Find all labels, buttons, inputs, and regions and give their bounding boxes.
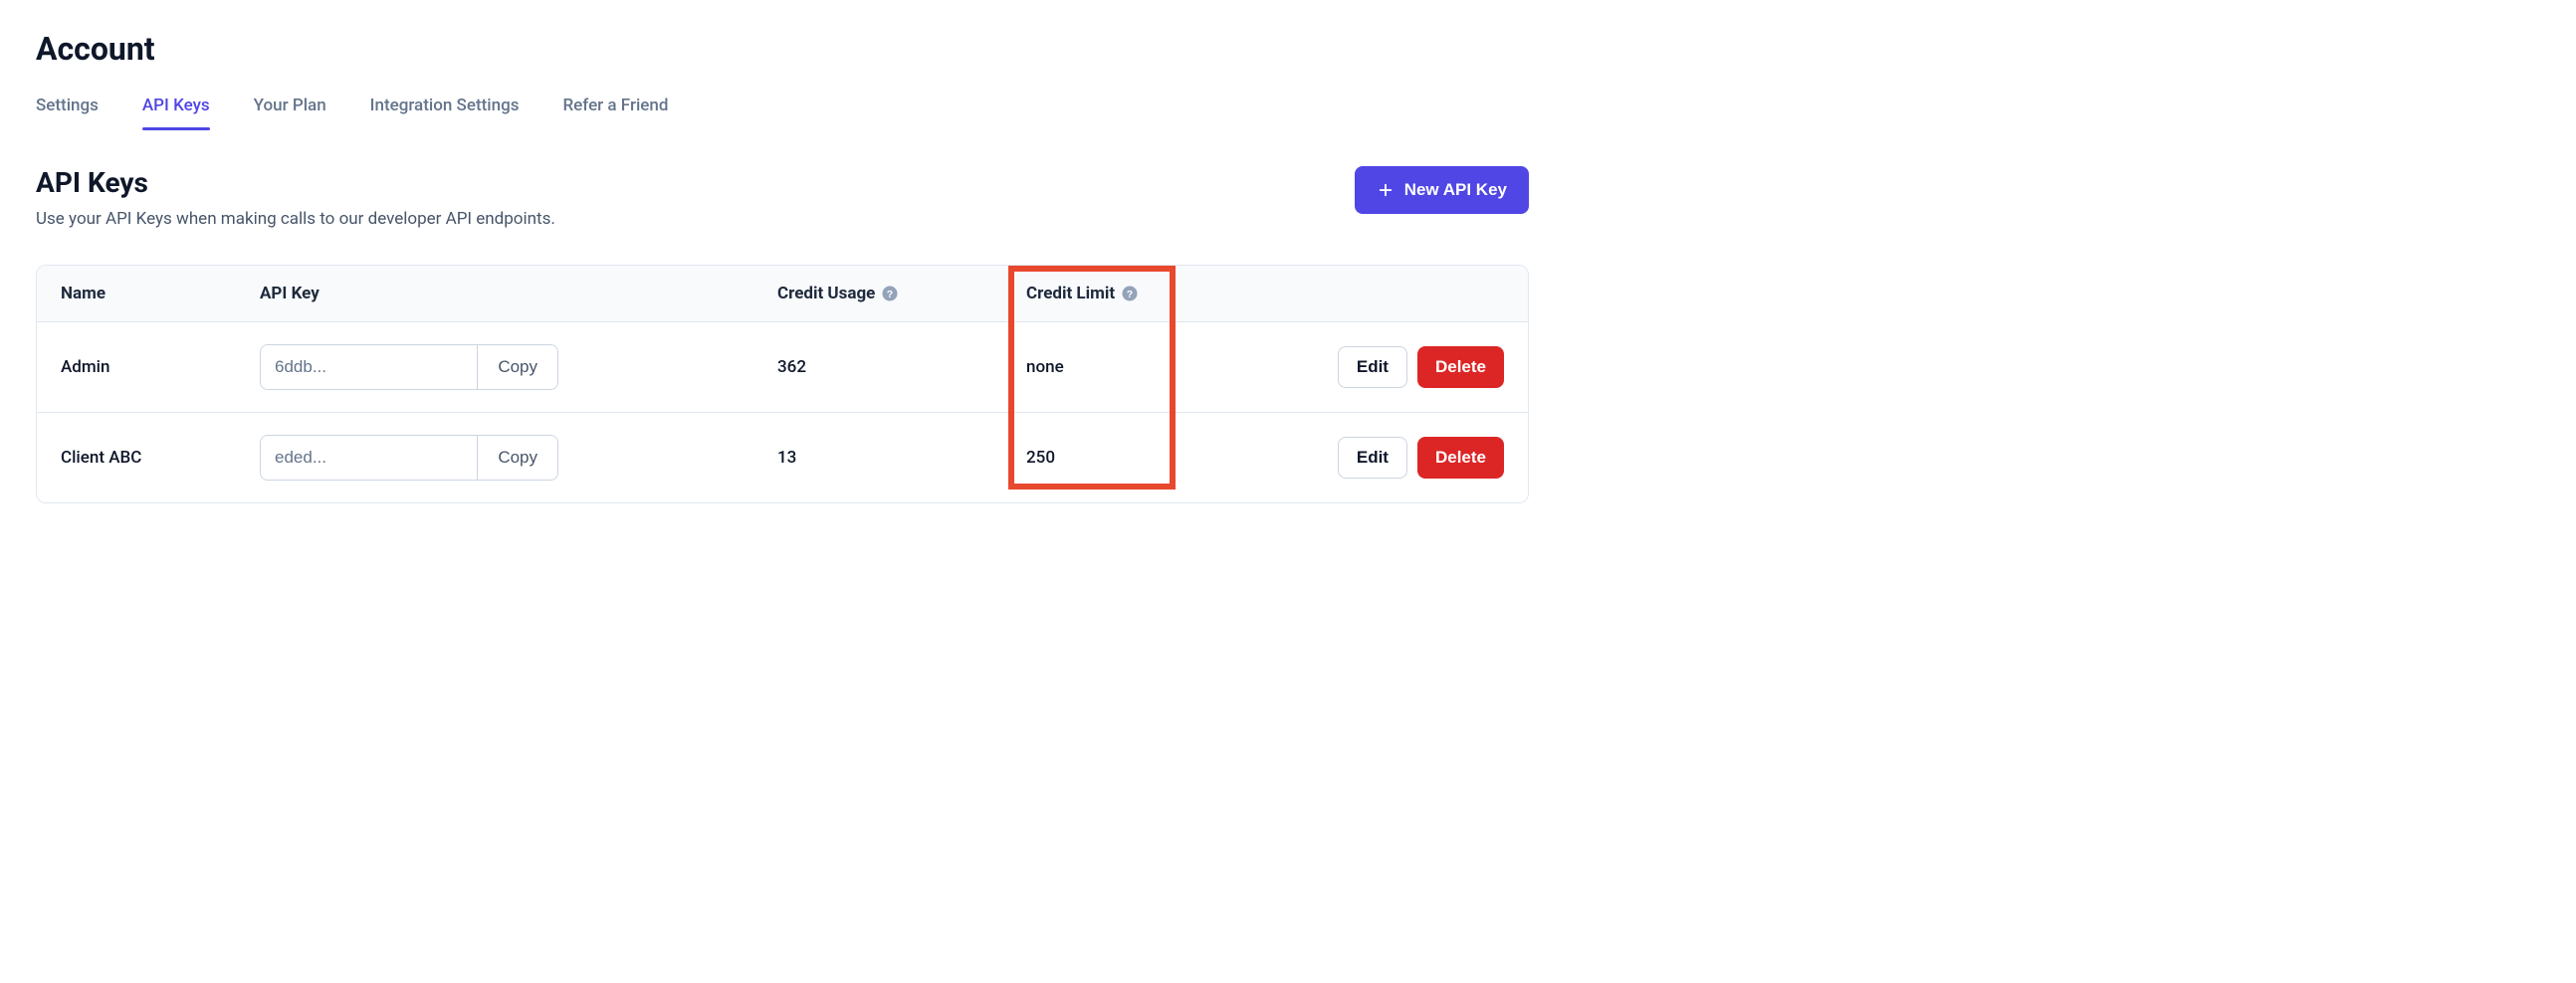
col-header-limit: Credit Limit ? <box>1026 284 1245 303</box>
plus-icon <box>1377 181 1395 199</box>
copy-button[interactable]: Copy <box>477 436 557 480</box>
new-api-key-button[interactable]: New API Key <box>1355 166 1529 214</box>
table-row: AdminCopy362noneEditDelete <box>37 322 1528 413</box>
section-title: API Keys <box>36 166 555 199</box>
col-header-usage: Credit Usage ? <box>777 284 1026 303</box>
table-header-row: Name API Key Credit Usage ? Credit Limit… <box>37 266 1528 322</box>
edit-button[interactable]: Edit <box>1338 437 1407 479</box>
cell-actions: EditDelete <box>1245 437 1504 479</box>
cell-limit: 250 <box>1026 448 1245 468</box>
delete-button[interactable]: Delete <box>1417 346 1504 388</box>
help-icon[interactable]: ? <box>881 285 899 302</box>
cell-usage: 362 <box>777 357 1026 377</box>
tab-refer-a-friend[interactable]: Refer a Friend <box>562 96 668 129</box>
cell-limit: none <box>1026 357 1245 377</box>
page-title: Account <box>36 30 1529 68</box>
svg-text:?: ? <box>887 289 893 300</box>
tabs: Settings API Keys Your Plan Integration Set… <box>36 96 1529 130</box>
tab-your-plan[interactable]: Your Plan <box>254 96 326 129</box>
delete-button[interactable]: Delete <box>1417 437 1504 479</box>
col-header-name: Name <box>61 284 260 303</box>
new-api-key-label: New API Key <box>1404 180 1507 200</box>
edit-button[interactable]: Edit <box>1338 346 1407 388</box>
tab-settings[interactable]: Settings <box>36 96 99 129</box>
tab-integration-settings[interactable]: Integration Settings <box>370 96 520 129</box>
svg-text:?: ? <box>1127 289 1133 300</box>
api-key-input[interactable] <box>261 345 477 389</box>
table-row: Client ABCCopy13250EditDelete <box>37 413 1528 502</box>
section-desc: Use your API Keys when making calls to o… <box>36 209 555 229</box>
cell-key: Copy <box>260 435 777 481</box>
copy-button[interactable]: Copy <box>477 345 557 389</box>
col-header-key: API Key <box>260 284 777 303</box>
help-icon[interactable]: ? <box>1121 285 1139 302</box>
cell-key: Copy <box>260 344 777 390</box>
api-keys-table: Name API Key Credit Usage ? Credit Limit… <box>36 265 1529 503</box>
cell-usage: 13 <box>777 448 1026 468</box>
tab-api-keys[interactable]: API Keys <box>142 96 210 129</box>
cell-name: Admin <box>61 357 260 377</box>
cell-name: Client ABC <box>61 448 260 468</box>
api-key-input[interactable] <box>261 436 477 480</box>
cell-actions: EditDelete <box>1245 346 1504 388</box>
